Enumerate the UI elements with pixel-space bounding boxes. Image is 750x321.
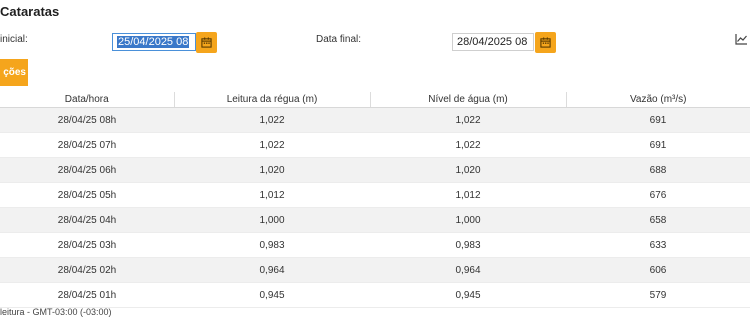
table-header-row: Data/hora Leitura da régua (m) Nível de … bbox=[0, 92, 750, 108]
cell-water-level: 1,020 bbox=[370, 157, 566, 183]
cell-flow: 688 bbox=[566, 157, 750, 183]
cell-water-level: 1,000 bbox=[370, 207, 566, 233]
calendar-icon bbox=[201, 37, 212, 48]
cell-flow: 658 bbox=[566, 207, 750, 233]
end-calendar-button[interactable] bbox=[535, 32, 556, 53]
table-row: 28/04/25 05h 1,012 1,012 676 bbox=[0, 182, 750, 208]
cell-datetime: 28/04/25 08h bbox=[0, 107, 174, 133]
cell-gauge-reading: 1,022 bbox=[174, 132, 370, 158]
table-row: 28/04/25 02h 0,964 0,964 606 bbox=[0, 257, 750, 283]
cell-flow: 579 bbox=[566, 282, 750, 308]
cell-gauge-reading: 1,000 bbox=[174, 207, 370, 233]
cell-flow: 691 bbox=[566, 132, 750, 158]
column-header-datetime[interactable]: Data/hora bbox=[0, 92, 175, 108]
cell-datetime: 28/04/25 05h bbox=[0, 182, 174, 208]
cell-datetime: 28/04/25 01h bbox=[0, 282, 174, 308]
line-chart-icon[interactable] bbox=[735, 33, 748, 45]
column-header-gauge-reading[interactable]: Leitura da régua (m) bbox=[174, 92, 371, 108]
table-row: 28/04/25 03h 0,983 0,983 633 bbox=[0, 232, 750, 258]
calendar-icon bbox=[540, 37, 551, 48]
cell-water-level: 1,022 bbox=[370, 132, 566, 158]
end-date-input[interactable]: 28/04/2025 08 bbox=[452, 33, 534, 51]
cell-flow: 676 bbox=[566, 182, 750, 208]
start-calendar-button[interactable] bbox=[196, 32, 217, 53]
cell-water-level: 1,012 bbox=[370, 182, 566, 208]
cell-datetime: 28/04/25 06h bbox=[0, 157, 174, 183]
start-date-input[interactable]: 25/04/2025 08 bbox=[112, 33, 196, 51]
table-row: 28/04/25 08h 1,022 1,022 691 bbox=[0, 107, 750, 133]
end-date-label: Data final: bbox=[316, 34, 362, 45]
start-date-value[interactable]: 25/04/2025 08 bbox=[117, 36, 190, 48]
start-date-label: inicial: bbox=[0, 34, 28, 45]
table-row: 28/04/25 04h 1,000 1,000 658 bbox=[0, 207, 750, 233]
table-row: 28/04/25 01h 0,945 0,945 579 bbox=[0, 282, 750, 308]
cell-water-level: 0,945 bbox=[370, 282, 566, 308]
column-header-flow[interactable]: Vazão (m³/s) bbox=[566, 92, 750, 108]
cell-flow: 606 bbox=[566, 257, 750, 283]
action-button[interactable]: ções bbox=[0, 59, 28, 86]
cell-datetime: 28/04/25 07h bbox=[0, 132, 174, 158]
cell-gauge-reading: 0,983 bbox=[174, 232, 370, 258]
timezone-note: leitura - GMT-03:00 (-03:00) bbox=[0, 307, 112, 317]
cell-water-level: 0,964 bbox=[370, 257, 566, 283]
cell-gauge-reading: 1,022 bbox=[174, 107, 370, 133]
cell-datetime: 28/04/25 03h bbox=[0, 232, 174, 258]
table-row: 28/04/25 07h 1,022 1,022 691 bbox=[0, 132, 750, 158]
column-header-water-level[interactable]: Nível de água (m) bbox=[370, 92, 567, 108]
cell-gauge-reading: 0,945 bbox=[174, 282, 370, 308]
cell-datetime: 28/04/25 02h bbox=[0, 257, 174, 283]
cell-gauge-reading: 1,020 bbox=[174, 157, 370, 183]
cell-datetime: 28/04/25 04h bbox=[0, 207, 174, 233]
cell-gauge-reading: 1,012 bbox=[174, 182, 370, 208]
cell-flow: 691 bbox=[566, 107, 750, 133]
page-title: Cataratas bbox=[0, 4, 60, 19]
cell-water-level: 1,022 bbox=[370, 107, 566, 133]
table-row: 28/04/25 06h 1,020 1,020 688 bbox=[0, 157, 750, 183]
readings-table: Data/hora Leitura da régua (m) Nível de … bbox=[0, 92, 750, 308]
cell-flow: 633 bbox=[566, 232, 750, 258]
cell-gauge-reading: 0,964 bbox=[174, 257, 370, 283]
cell-water-level: 0,983 bbox=[370, 232, 566, 258]
